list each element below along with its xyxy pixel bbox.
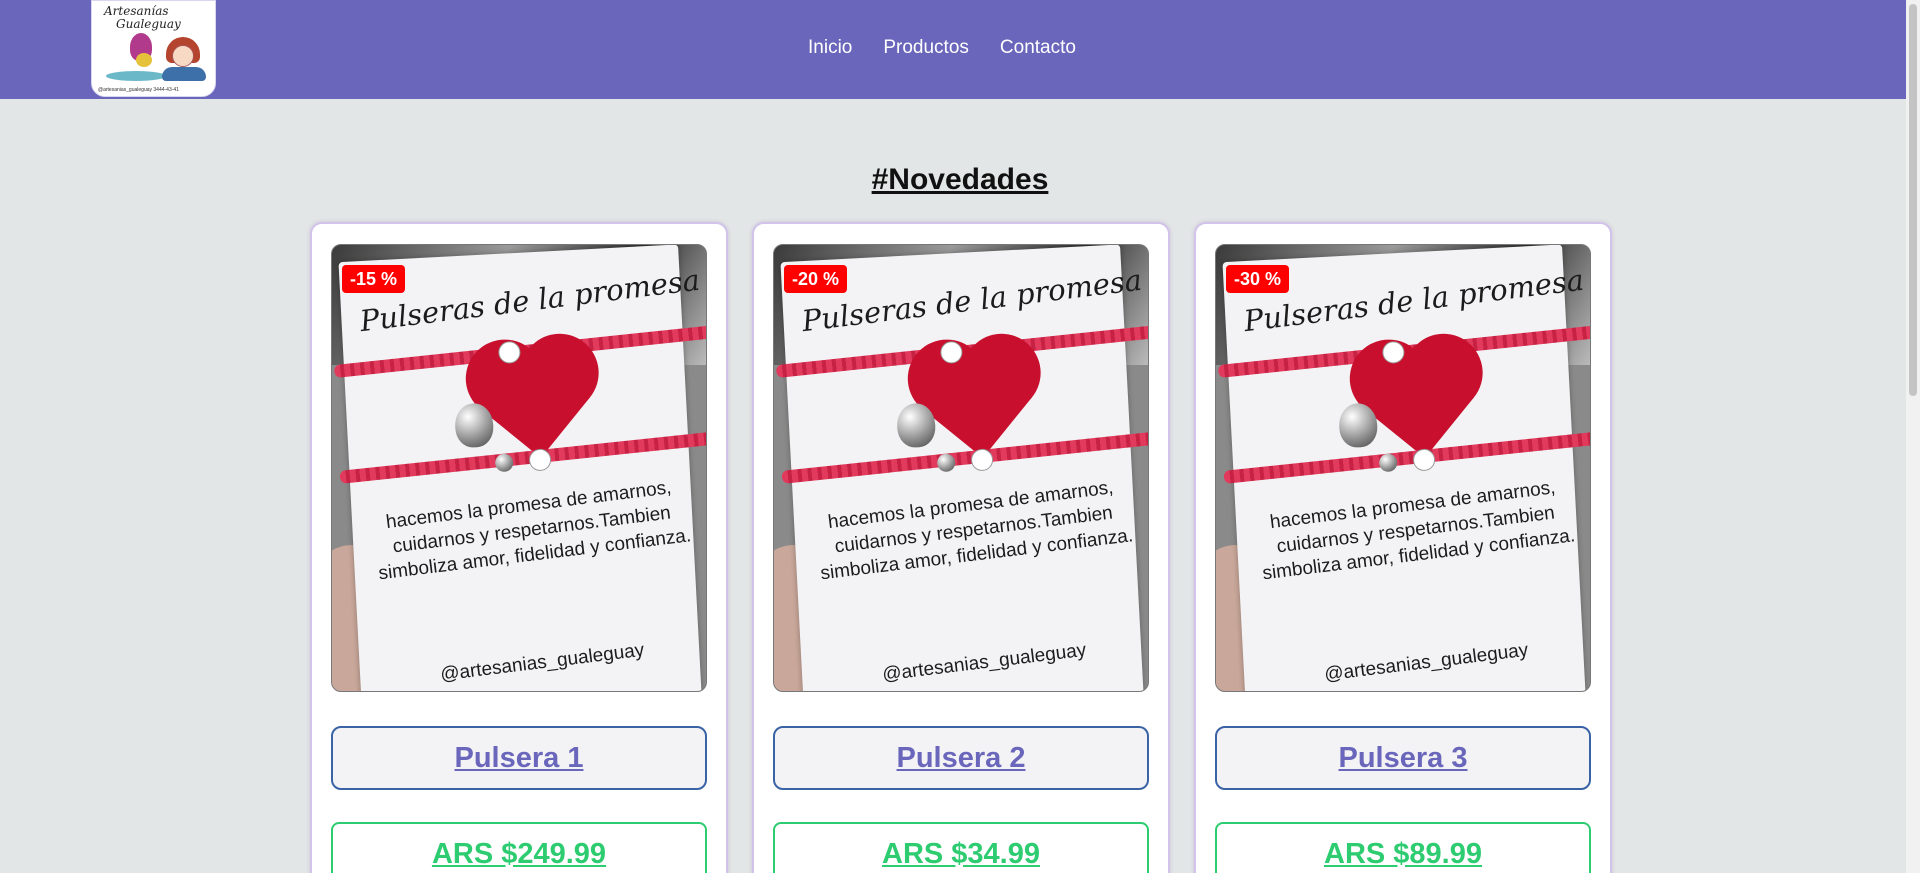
heart-bead [528,448,552,472]
logo-wordmark: Artesanías Gualeguay [104,4,181,31]
logo-bird-detail [136,53,152,67]
magnet-charm [1378,453,1398,473]
image-card-paper: Pulseras de la promesa hacemos la promes… [1217,245,1590,691]
image-card-handle: @artesanias_gualeguay [439,639,646,686]
product-price-box: ARS $34.99 [773,822,1149,873]
heart-graphic [1364,348,1474,458]
product-name-link[interactable]: Pulsera 3 [1339,742,1468,775]
product-name-box: Pulsera 1 [331,726,707,790]
page-scrollbar[interactable] [1906,0,1920,873]
image-card-title: Pulseras de la promesa [799,262,1144,339]
product-image[interactable]: Pulseras de la promesa hacemos la promes… [1215,244,1591,692]
logo-footer-text: @artesanias_gualeguay 3444-43-41 [98,87,179,93]
image-card-title: Pulseras de la promesa [357,262,702,339]
image-card-paper: Pulseras de la promesa hacemos la promes… [333,245,706,691]
product-name-link[interactable]: Pulsera 2 [897,742,1026,775]
image-card-paper: Pulseras de la promesa hacemos la promes… [775,245,1148,691]
image-card-handle: @artesanias_gualeguay [1323,639,1530,686]
product-price-link[interactable]: ARS $89.99 [1324,838,1482,871]
discount-badge: -30 % [1226,265,1290,293]
product-card: Pulseras de la promesa hacemos la promes… [752,222,1170,873]
image-card-text: hacemos la promesa de amarnos, cuidarnos… [1261,477,1577,585]
scrollbar-thumb[interactable] [1909,4,1917,396]
magnet-charm [936,453,956,473]
brand-logo[interactable]: Artesanías Gualeguay @artesanias_gualegu… [91,0,216,97]
logo-wave [106,71,166,81]
image-card-text: hacemos la promesa de amarnos, cuidarnos… [819,477,1135,585]
nav-link-contacto[interactable]: Contacto [1000,37,1076,59]
logo-girl-body [162,67,206,81]
product-price-link[interactable]: ARS $34.99 [882,838,1040,871]
product-card: Pulseras de la promesa hacemos la promes… [1194,222,1612,873]
image-card-handle: @artesanias_gualeguay [881,639,1088,686]
product-image[interactable]: Pulseras de la promesa hacemos la promes… [773,244,1149,692]
nav-link-productos[interactable]: Productos [883,37,969,59]
product-name-box: Pulsera 3 [1215,726,1591,790]
image-card-text: hacemos la promesa de amarnos, cuidarnos… [377,477,693,585]
section-title: #Novedades [871,163,1049,196]
discount-badge: -15 % [342,265,406,293]
heart-graphic [922,348,1032,458]
heart-bead [1412,448,1436,472]
nav-link-inicio[interactable]: Inicio [808,37,852,59]
product-card: Pulseras de la promesa hacemos la promes… [310,222,728,873]
product-price-link[interactable]: ARS $249.99 [432,838,606,871]
product-price-box: ARS $89.99 [1215,822,1591,873]
product-name-box: Pulsera 2 [773,726,1149,790]
navbar: Artesanías Gualeguay @artesanias_gualegu… [0,0,1920,99]
product-image[interactable]: Pulseras de la promesa hacemos la promes… [331,244,707,692]
main-nav: Inicio Productos Contacto [808,37,1076,59]
discount-badge: -20 % [784,265,848,293]
product-price-box: ARS $249.99 [331,822,707,873]
magnet-charm [494,453,514,473]
heart-bead [970,448,994,472]
product-name-link[interactable]: Pulsera 1 [455,742,584,775]
image-card-title: Pulseras de la promesa [1241,262,1586,339]
logo-girl-face [172,45,194,67]
heart-graphic [480,348,590,458]
